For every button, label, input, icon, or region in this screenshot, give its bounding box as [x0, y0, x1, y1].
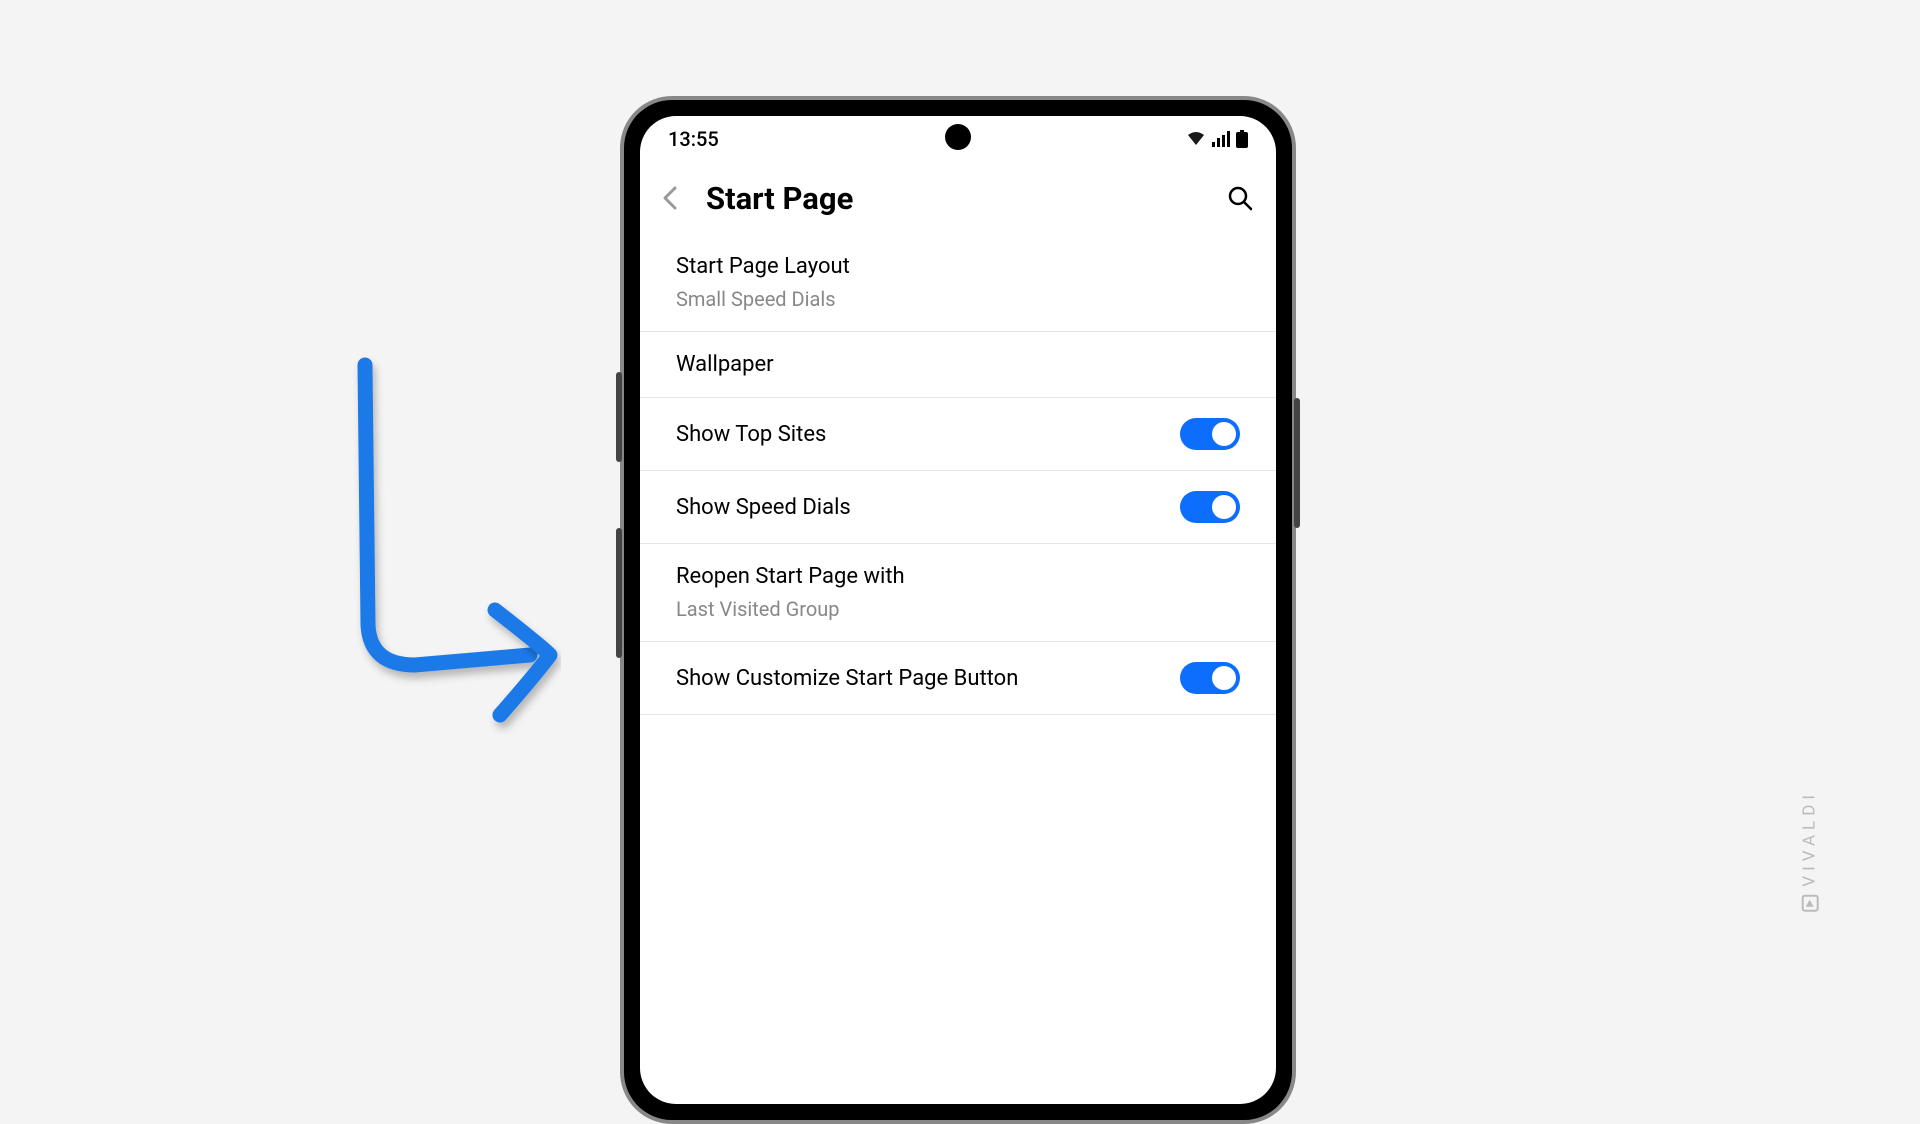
toggle-customize-button[interactable]: [1180, 662, 1240, 694]
page-title: Start Page: [706, 180, 1224, 217]
phone-power-button: [1294, 398, 1300, 528]
signal-icon: [1212, 131, 1230, 147]
setting-item-content: Start Page Layout Small Speed Dials: [676, 254, 850, 311]
setting-item-content: Reopen Start Page with Last Visited Grou…: [676, 564, 905, 621]
setting-item-speed-dials[interactable]: Show Speed Dials: [640, 471, 1276, 544]
setting-item-customize-button[interactable]: Show Customize Start Page Button: [640, 642, 1276, 715]
battery-icon: [1236, 130, 1248, 148]
setting-item-layout[interactable]: Start Page Layout Small Speed Dials: [640, 234, 1276, 332]
setting-label: Start Page Layout: [676, 254, 850, 279]
toggle-top-sites[interactable]: [1180, 418, 1240, 450]
setting-label: Show Customize Start Page Button: [676, 666, 1018, 691]
vivaldi-logo-icon: [1802, 895, 1819, 912]
toggle-knob: [1212, 422, 1236, 446]
wifi-icon: [1186, 131, 1206, 147]
watermark-text: VIVALDI: [1800, 790, 1820, 887]
header: Start Page: [640, 162, 1276, 234]
toggle-speed-dials[interactable]: [1180, 491, 1240, 523]
status-icons: [1186, 130, 1248, 148]
search-icon: [1227, 185, 1253, 211]
setting-item-wallpaper[interactable]: Wallpaper: [640, 332, 1276, 398]
setting-label: Wallpaper: [676, 352, 774, 377]
settings-list: Start Page Layout Small Speed Dials Wall…: [640, 234, 1276, 715]
watermark: VIVALDI: [1800, 790, 1820, 912]
setting-label: Show Top Sites: [676, 422, 826, 447]
phone-frame: 13:55: [624, 100, 1292, 1120]
phone-volume-down-button: [616, 528, 622, 658]
chevron-left-icon: [663, 186, 677, 210]
back-button[interactable]: [654, 182, 686, 214]
status-time: 13:55: [668, 127, 719, 151]
setting-item-reopen[interactable]: Reopen Start Page with Last Visited Grou…: [640, 544, 1276, 642]
toggle-knob: [1212, 666, 1236, 690]
toggle-knob: [1212, 495, 1236, 519]
camera-notch: [945, 124, 971, 150]
search-button[interactable]: [1224, 182, 1256, 214]
setting-item-top-sites[interactable]: Show Top Sites: [640, 398, 1276, 471]
arrow-annotation: [340, 355, 580, 735]
setting-label: Show Speed Dials: [676, 495, 851, 520]
phone-volume-up-button: [616, 372, 622, 462]
setting-label: Reopen Start Page with: [676, 564, 905, 589]
setting-value: Last Visited Group: [676, 597, 905, 621]
phone-screen: 13:55: [640, 116, 1276, 1104]
setting-item-content: Wallpaper: [676, 352, 774, 377]
setting-value: Small Speed Dials: [676, 287, 850, 311]
